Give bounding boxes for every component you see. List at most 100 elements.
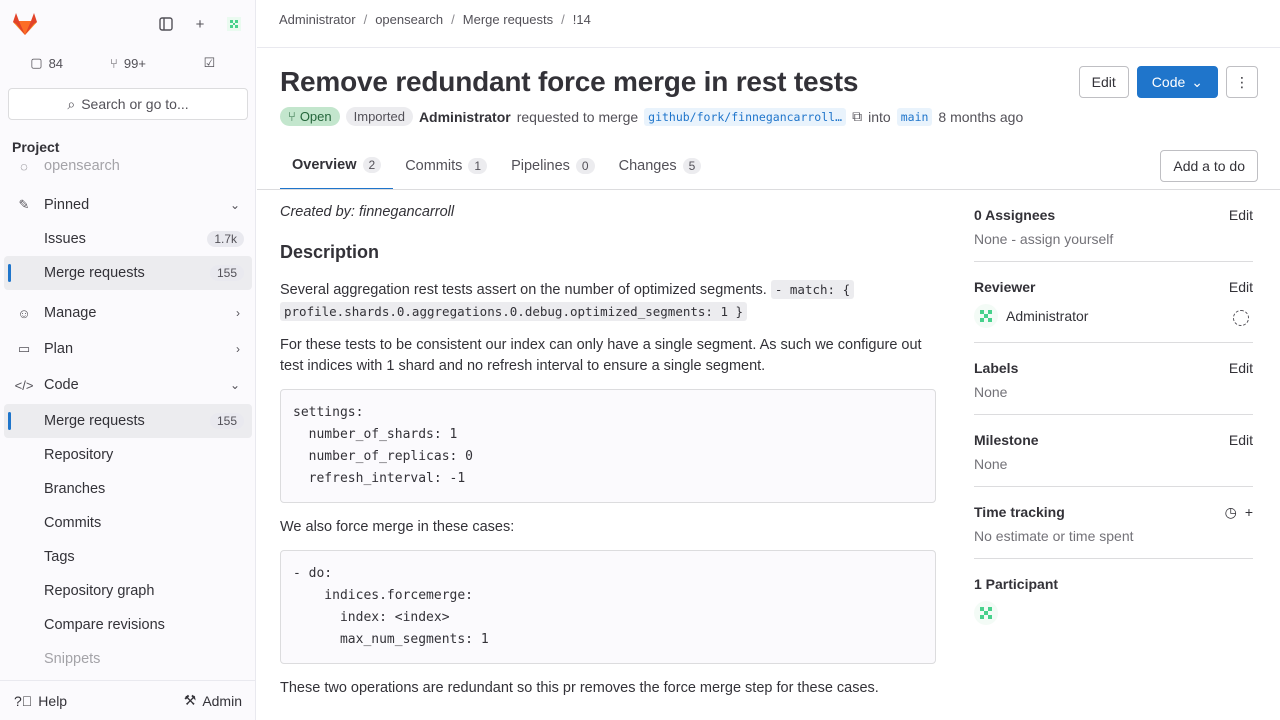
sidebar-item-pinned[interactable]: ✎ Pinned ⌄ [4,188,252,222]
code-dropdown-button[interactable]: Code ⌄ [1136,66,1218,98]
target-branch[interactable]: main [896,107,933,126]
sidebar-item-label: opensearch [44,158,120,174]
add-todo-button[interactable]: Add a to do [1160,150,1258,182]
gitlab-logo[interactable] [9,8,41,40]
issues-count-button[interactable]: ▢ 84 [8,48,85,78]
breadcrumb: Administrator / opensearch / Merge reque… [279,12,591,27]
tab-overview[interactable]: Overview 2 [280,142,394,190]
sidebar-item-issues[interactable]: Issues 1.7k [4,222,252,256]
description-paragraph: For these tests to be consistent our ind… [280,337,922,374]
project-icon: ◌ [20,158,28,174]
pin-icon: ✎ [18,197,30,212]
source-branch[interactable]: github/fork/finnegancarroll/... [644,107,847,126]
merge-requests-count-button[interactable]: ⑂ 99+ [89,48,166,78]
description-paragraph: We also force merge in these cases: [280,519,515,535]
time-tracking-block: Time tracking ◷ + No estimate or time sp… [974,501,1253,559]
avatar [974,601,998,625]
assignees-edit-button[interactable]: Edit [1229,207,1253,223]
sidebar-item-label: Issues [44,231,86,247]
sidebar-item-commits[interactable]: Commits [4,506,252,540]
user-avatar[interactable] [218,10,250,38]
sidebar-item-branches[interactable]: Branches [4,472,252,506]
breadcrumb-item[interactable]: opensearch [375,12,443,27]
paragraph-text: Several aggregation rest tests assert on… [280,282,767,298]
tab-changes[interactable]: Changes 5 [607,142,714,190]
todos-button[interactable]: ☑ [171,48,248,78]
help-button[interactable]: ?⃝ Help [8,687,73,715]
sidebar-item-merge-requests[interactable]: Merge requests 155 [4,404,252,438]
sidebar-item-code[interactable]: </> Code ⌄ [4,368,252,402]
chevron-right-icon: › [236,306,240,320]
sidebar-item-label: Branches [44,481,106,497]
count-badge: 155 [209,265,244,281]
chevron-down-icon: ⌄ [229,378,240,392]
sidebar-toggle-icon[interactable] [150,10,182,38]
tab-pipelines[interactable]: Pipelines 0 [499,142,607,190]
plus-icon[interactable]: + [184,10,216,38]
sidebar-item-repository[interactable]: Repository [4,438,252,472]
search-icon: ⌕ [67,95,76,112]
main-content: Administrator / opensearch / Merge reque… [257,0,1280,720]
milestone-edit-button[interactable]: Edit [1229,432,1253,448]
help-icon: ?⃝ [14,692,33,709]
labels-value: None [974,384,1008,400]
help-label: Help [38,692,68,709]
participant-entry[interactable] [974,601,1253,625]
code-label: Code [1151,74,1186,90]
reviewer-block: Reviewer Edit Administrator [974,276,1253,343]
review-status-icon [1233,310,1249,326]
breadcrumb-item[interactable]: !14 [573,12,591,27]
sidebar-item-repository-graph[interactable]: Repository graph [4,574,252,608]
labels-title: Labels [974,360,1019,376]
description-paragraph: These two operations are redundant so th… [280,680,879,696]
sidebar-item-compare-revisions[interactable]: Compare revisions [4,608,252,642]
reviewer-entry[interactable]: Administrator [974,304,1253,328]
sidebar-item-tags[interactable]: Tags [4,540,252,574]
sidebar-item-label: Code [44,377,79,393]
merge-request-icon: ⑂ [288,109,296,124]
labels-edit-button[interactable]: Edit [1229,360,1253,376]
sidebar-item-label: Tags [44,549,75,565]
sidebar-item-project[interactable]: ◌ opensearch [4,154,252,178]
tab-count: 5 [682,158,702,174]
sidebar-item-merge-requests-pinned[interactable]: Merge requests 155 [4,256,252,290]
sidebar-item-label: Repository graph [44,583,155,599]
admin-button[interactable]: ⚒ Admin [178,686,248,715]
mr-tabs: Overview 2 Commits 1 Pipelines 0 Changes… [280,142,713,190]
edit-button[interactable]: Edit [1078,66,1129,98]
todo-check-icon: ☑ [203,55,216,70]
page-title: Remove redundant force merge in rest tes… [280,66,859,97]
clock-icon[interactable]: ◷ [1225,504,1237,521]
assignees-value[interactable]: None - assign yourself [974,231,1253,247]
chevron-down-icon: ⌄ [229,198,240,212]
issues-icon: ▢ [30,55,43,70]
tab-count: 0 [575,158,595,174]
reviewer-edit-button[interactable]: Edit [1229,279,1253,295]
avatar [974,304,998,328]
tab-commits[interactable]: Commits 1 [393,142,499,190]
sidebar-item-snippets[interactable]: Snippets [4,642,252,676]
plus-icon[interactable]: + [1245,504,1253,521]
search-label: Search or go to... [81,96,189,112]
reviewer-name: Administrator [1006,308,1089,324]
description-paragraph: Several aggregation rest tests assert on… [280,279,936,323]
kebab-menu-icon: ⋮ [1235,73,1249,90]
copy-branch-icon[interactable]: ⧉ [852,108,862,125]
sidebar-item-label: Plan [44,341,74,357]
header-actions: Edit Code ⌄ ⋮ [1078,66,1258,98]
status-badge: ⑂ Open [280,107,340,126]
more-actions-button[interactable]: ⋮ [1226,66,1258,98]
breadcrumb-item[interactable]: Merge requests [463,12,553,27]
reviewer-title: Reviewer [974,279,1036,295]
participants-title: 1 Participant [974,576,1059,592]
author-link[interactable]: Administrator [419,109,511,125]
breadcrumb-item[interactable]: Administrator [279,12,356,27]
tab-label: Commits [405,158,463,174]
sidebar-item-label: Compare revisions [44,617,165,633]
copy-code-button[interactable] [897,396,929,426]
sidebar-item-label: Pinned [44,197,90,213]
sidebar-item-plan[interactable]: ▭ Plan › [4,332,252,366]
copy-code-button[interactable] [897,557,929,587]
sidebar-item-manage[interactable]: ☺ Manage › [4,296,252,330]
search-button[interactable]: ⌕ Search or go to... [8,88,248,120]
